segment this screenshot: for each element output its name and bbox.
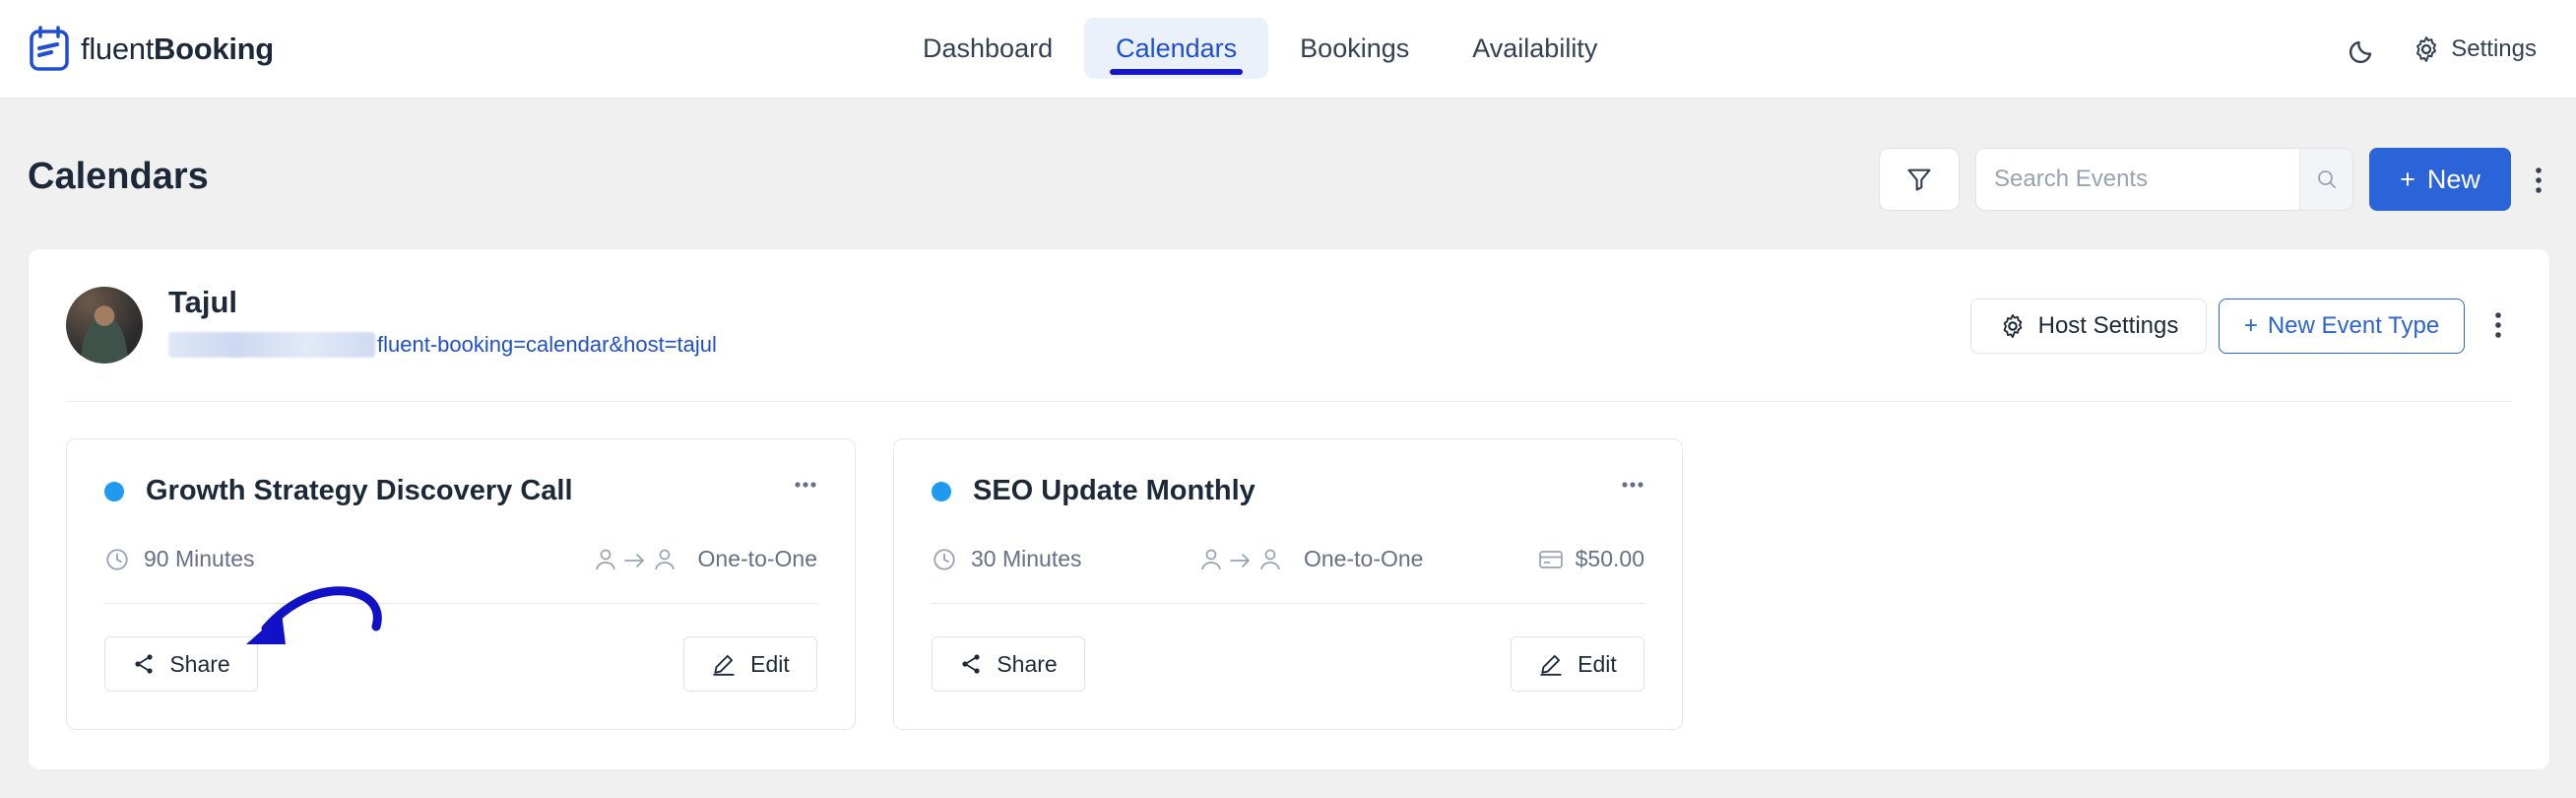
- new-event-type-button[interactable]: + New Event Type: [2219, 299, 2465, 354]
- edit-button[interactable]: Edit: [683, 636, 817, 692]
- duration-label: 90 Minutes: [144, 546, 255, 571]
- more-horizontal-icon[interactable]: [794, 481, 817, 489]
- brand-name-bold: Booking: [154, 32, 274, 66]
- annotation-arrow-icon: [246, 586, 382, 644]
- one-to-one-icon: [595, 549, 675, 569]
- search-icon: [2317, 170, 2336, 188]
- new-event-type-label: New Event Type: [2267, 312, 2440, 339]
- settings-link[interactable]: Settings: [2412, 34, 2537, 64]
- avatar: [66, 287, 143, 364]
- event-color-dot: [932, 482, 951, 501]
- event-type: One-to-One: [1199, 546, 1423, 572]
- event-color-dot: [104, 482, 124, 501]
- plus-icon: +: [2400, 164, 2415, 194]
- event-duration: 30 Minutes: [932, 546, 1082, 572]
- pencil-icon: [1540, 654, 1562, 676]
- share-icon: [962, 654, 980, 674]
- event-card: SEO Update Monthly 30 Minutes One-to-One…: [893, 438, 1683, 730]
- settings-label: Settings: [2451, 35, 2537, 62]
- event-meta: 30 Minutes One-to-One $50.00: [932, 546, 1644, 577]
- edit-button[interactable]: Edit: [1511, 636, 1644, 692]
- divider: [66, 401, 2512, 402]
- nav-calendars[interactable]: Calendars: [1084, 18, 1269, 79]
- nav-dashboard[interactable]: Dashboard: [891, 18, 1084, 79]
- event-duration: 90 Minutes: [104, 546, 255, 572]
- more-horizontal-icon[interactable]: [1621, 481, 1644, 489]
- new-button[interactable]: + New: [2369, 148, 2511, 211]
- share-label: Share: [169, 650, 230, 677]
- main-nav: Dashboard Calendars Bookings Availabilit…: [891, 18, 1629, 79]
- filter-button[interactable]: [1879, 148, 1960, 211]
- credit-card-icon: [1538, 550, 1563, 568]
- page-title: Calendars: [28, 156, 209, 197]
- event-title: SEO Update Monthly: [973, 475, 1256, 506]
- share-label: Share: [997, 650, 1058, 677]
- host-url-text: fluent-booking=calendar&host=tajul: [377, 332, 717, 357]
- divider: [932, 603, 1644, 604]
- share-button[interactable]: Share: [104, 636, 258, 692]
- more-vertical-icon[interactable]: [2533, 166, 2544, 195]
- event-type: One-to-One: [594, 546, 817, 572]
- share-button[interactable]: Share: [932, 636, 1085, 692]
- edit-label: Edit: [750, 650, 790, 677]
- brand-name: fluentBooking: [81, 32, 274, 67]
- search-button[interactable]: [2299, 149, 2352, 210]
- event-price: $50.00: [1538, 546, 1644, 572]
- url-redacted: [168, 332, 375, 358]
- host-url-link[interactable]: fluent-booking=calendar&host=tajul: [168, 332, 717, 358]
- brand-name-light: fluent: [81, 32, 155, 66]
- divider: [104, 603, 817, 604]
- clock-icon: [106, 548, 128, 570]
- nav-bookings[interactable]: Bookings: [1268, 18, 1441, 79]
- top-bar: fluentBooking Dashboard Calendars Bookin…: [0, 0, 2576, 99]
- price-label: $50.00: [1575, 546, 1644, 571]
- brand-logo[interactable]: fluentBooking: [28, 26, 274, 73]
- host-name: Tajul: [168, 285, 238, 319]
- type-label: One-to-One: [1304, 546, 1424, 571]
- calendar-card: Tajul fluent-booking=calendar&host=tajul…: [28, 248, 2550, 770]
- pencil-icon: [713, 654, 735, 676]
- search-input[interactable]: [1976, 149, 2299, 210]
- event-meta: 90 Minutes One-to-One: [104, 546, 817, 577]
- type-label: One-to-One: [697, 546, 817, 571]
- nav-availability[interactable]: Availability: [1441, 18, 1629, 79]
- gear-icon: [2003, 313, 2022, 339]
- host-settings-label: Host Settings: [2037, 312, 2179, 339]
- event-title: Growth Strategy Discovery Call: [146, 475, 573, 506]
- plus-icon: +: [2243, 312, 2258, 339]
- new-button-label: New: [2426, 164, 2480, 194]
- event-card: Growth Strategy Discovery Call 90 Minute…: [66, 438, 856, 730]
- more-vertical-icon[interactable]: [2492, 310, 2504, 340]
- calendar-logo-icon: [30, 26, 69, 71]
- edit-label: Edit: [1578, 650, 1617, 677]
- host-settings-button[interactable]: Host Settings: [1970, 299, 2207, 354]
- share-icon: [135, 654, 153, 674]
- one-to-one-icon: [1201, 549, 1280, 569]
- top-right-actions: Settings: [2349, 28, 2537, 71]
- search-events: [1975, 148, 2353, 211]
- moon-icon[interactable]: [2349, 34, 2378, 64]
- duration-label: 30 Minutes: [971, 546, 1082, 571]
- gear-icon: [2416, 36, 2437, 62]
- clock-icon: [934, 548, 955, 570]
- filter-icon: [1907, 168, 1931, 191]
